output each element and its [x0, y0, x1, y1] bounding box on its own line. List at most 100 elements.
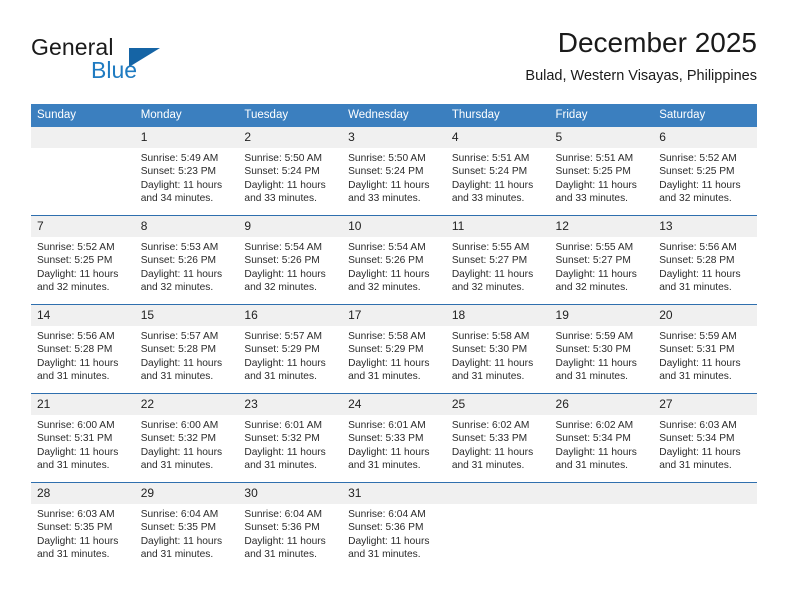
calendar-week-row: 21 Sunrise: 6:00 AM Sunset: 5:31 PM Dayligh… [31, 393, 757, 483]
daylight-text-line2: and 31 minutes. [37, 460, 110, 472]
calendar-day-cell[interactable]: 21 Sunrise: 6:00 AM Sunset: 5:31 PM Dayligh… [31, 393, 135, 483]
calendar-day-cell[interactable]: 19 Sunrise: 5:59 AM Sunset: 5:30 PM Dayligh… [549, 304, 654, 394]
daylight-text-line1: Daylight: 11 hours [37, 357, 119, 369]
day-number: 2 [238, 127, 343, 148]
calendar-empty-cell [653, 482, 757, 571]
day-details: Sunrise: 5:51 AM Sunset: 5:25 PM Daylight:… [550, 148, 654, 206]
day-details: Sunrise: 5:58 AM Sunset: 5:30 PM Daylight:… [446, 326, 550, 384]
daylight-text-line2: and 31 minutes. [37, 371, 110, 383]
calendar-day-cell[interactable]: 16 Sunrise: 5:57 AM Sunset: 5:29 PM Dayligh… [238, 304, 343, 394]
day-details: Sunrise: 5:57 AM Sunset: 5:29 PM Daylight:… [238, 326, 342, 384]
sunset-text: Sunset: 5:30 PM [451, 344, 528, 356]
page-subtitle: Bulad, Western Visayas, Philippines [525, 68, 757, 84]
calendar-week-row: 7 Sunrise: 5:52 AM Sunset: 5:25 PM Daylight… [31, 215, 757, 305]
daylight-text-line1: Daylight: 11 hours [659, 179, 741, 191]
sunrise-sunset-calendar: Sunday Monday Tuesday Wednesday Thursday… [31, 104, 757, 571]
calendar-day-cell[interactable]: 1 Sunrise: 5:49 AM Sunset: 5:23 PM Daylight… [134, 127, 239, 216]
calendar-day-cell[interactable]: 29 Sunrise: 6:04 AM Sunset: 5:35 PM Dayligh… [134, 482, 239, 571]
day-details: Sunrise: 5:54 AM Sunset: 5:26 PM Daylight:… [238, 237, 342, 295]
sunrise-text: Sunrise: 5:50 AM [348, 153, 426, 164]
calendar-empty-cell [445, 482, 550, 571]
sunset-text: Sunset: 5:25 PM [659, 166, 735, 178]
calendar-day-cell[interactable]: 18 Sunrise: 5:58 AM Sunset: 5:30 PM Dayligh… [445, 304, 550, 394]
calendar-empty-cell [31, 127, 135, 216]
day-number [653, 483, 757, 504]
calendar-day-cell[interactable]: 28 Sunrise: 6:03 AM Sunset: 5:35 PM Dayligh… [31, 482, 135, 571]
calendar-day-cell[interactable]: 14 Sunrise: 5:56 AM Sunset: 5:28 PM Dayligh… [31, 304, 135, 394]
sunset-text: Sunset: 5:25 PM [555, 166, 631, 178]
calendar-day-cell[interactable]: 8 Sunrise: 5:53 AM Sunset: 5:26 PM Daylight… [134, 215, 239, 305]
calendar-day-cell[interactable]: 15 Sunrise: 5:57 AM Sunset: 5:28 PM Dayligh… [134, 304, 239, 394]
day-details: Sunrise: 5:59 AM Sunset: 5:30 PM Daylight:… [550, 326, 654, 384]
day-number: 7 [31, 216, 135, 237]
day-details: Sunrise: 6:03 AM Sunset: 5:34 PM Daylight:… [653, 415, 757, 473]
sunset-text: Sunset: 5:30 PM [555, 344, 631, 356]
sunrise-text: Sunrise: 6:01 AM [244, 420, 322, 431]
daylight-text-line2: and 33 minutes. [244, 193, 317, 205]
day-details: Sunrise: 5:51 AM Sunset: 5:24 PM Daylight:… [446, 148, 550, 206]
general-blue-logo[interactable]: General Blue [31, 34, 201, 92]
day-number [549, 483, 654, 504]
calendar-day-cell[interactable]: 9 Sunrise: 5:54 AM Sunset: 5:26 PM Daylight… [238, 215, 343, 305]
day-number: 11 [445, 216, 550, 237]
daylight-text-line2: and 31 minutes. [659, 371, 732, 383]
weekday-header-saturday: Saturday [653, 104, 757, 127]
day-details: Sunrise: 5:56 AM Sunset: 5:28 PM Daylight:… [653, 237, 757, 295]
calendar-day-cell[interactable]: 12 Sunrise: 5:55 AM Sunset: 5:27 PM Dayligh… [549, 215, 654, 305]
weekday-header-tuesday: Tuesday [238, 104, 343, 127]
sunset-text: Sunset: 5:34 PM [555, 433, 631, 445]
sunset-text: Sunset: 5:36 PM [244, 522, 320, 534]
calendar-day-cell[interactable]: 22 Sunrise: 6:00 AM Sunset: 5:32 PM Dayligh… [134, 393, 239, 483]
weekday-header-wednesday: Wednesday [342, 104, 446, 127]
day-details: Sunrise: 6:01 AM Sunset: 5:32 PM Daylight:… [238, 415, 342, 473]
sunrise-text: Sunrise: 5:54 AM [348, 242, 426, 253]
sunrise-text: Sunrise: 6:04 AM [244, 509, 322, 520]
daylight-text-line1: Daylight: 11 hours [244, 268, 326, 280]
daylight-text-line2: and 31 minutes. [451, 371, 525, 383]
calendar-day-cell[interactable]: 11 Sunrise: 5:55 AM Sunset: 5:27 PM Dayligh… [445, 215, 550, 305]
daylight-text-line1: Daylight: 11 hours [37, 268, 119, 280]
daylight-text-line1: Daylight: 11 hours [244, 535, 326, 547]
day-details: Sunrise: 5:54 AM Sunset: 5:26 PM Daylight:… [342, 237, 446, 295]
calendar-day-cell[interactable]: 31 Sunrise: 6:04 AM Sunset: 5:36 PM Dayligh… [342, 482, 446, 571]
calendar-day-cell[interactable]: 25 Sunrise: 6:02 AM Sunset: 5:33 PM Dayligh… [445, 393, 550, 483]
sunset-text: Sunset: 5:34 PM [659, 433, 735, 445]
calendar-day-cell[interactable]: 5 Sunrise: 5:51 AM Sunset: 5:25 PM Daylight… [549, 127, 654, 216]
daylight-text-line2: and 31 minutes. [244, 549, 317, 561]
calendar-day-cell[interactable]: 3 Sunrise: 5:50 AM Sunset: 5:24 PM Daylight… [342, 127, 446, 216]
sunset-text: Sunset: 5:28 PM [37, 344, 113, 356]
day-number: 15 [134, 305, 239, 326]
calendar-day-cell[interactable]: 26 Sunrise: 6:02 AM Sunset: 5:34 PM Dayligh… [549, 393, 654, 483]
day-details: Sunrise: 6:04 AM Sunset: 5:36 PM Daylight:… [342, 504, 446, 562]
daylight-text-line1: Daylight: 11 hours [348, 268, 430, 280]
calendar-day-cell[interactable]: 13 Sunrise: 5:56 AM Sunset: 5:28 PM Dayligh… [653, 215, 757, 305]
daylight-text-line1: Daylight: 11 hours [555, 357, 637, 369]
day-details: Sunrise: 6:01 AM Sunset: 5:33 PM Daylight:… [342, 415, 446, 473]
calendar-day-cell[interactable]: 10 Sunrise: 5:54 AM Sunset: 5:26 PM Dayligh… [342, 215, 446, 305]
sunrise-text: Sunrise: 5:59 AM [555, 331, 634, 342]
daylight-text-line1: Daylight: 11 hours [37, 446, 119, 458]
calendar-day-cell[interactable]: 17 Sunrise: 5:58 AM Sunset: 5:29 PM Dayligh… [342, 304, 446, 394]
daylight-text-line1: Daylight: 11 hours [659, 446, 741, 458]
calendar-day-cell[interactable]: 30 Sunrise: 6:04 AM Sunset: 5:36 PM Dayligh… [238, 482, 343, 571]
day-number: 28 [31, 483, 135, 504]
daylight-text-line2: and 33 minutes. [555, 193, 629, 205]
daylight-text-line1: Daylight: 11 hours [348, 357, 430, 369]
calendar-day-cell[interactable]: 23 Sunrise: 6:01 AM Sunset: 5:32 PM Dayligh… [238, 393, 343, 483]
sunrise-text: Sunrise: 5:58 AM [451, 331, 530, 342]
daylight-text-line1: Daylight: 11 hours [451, 268, 534, 280]
calendar-day-cell[interactable]: 27 Sunrise: 6:03 AM Sunset: 5:34 PM Dayligh… [653, 393, 757, 483]
day-number: 10 [342, 216, 446, 237]
sunrise-text: Sunrise: 5:51 AM [451, 153, 530, 164]
calendar-day-cell[interactable]: 2 Sunrise: 5:50 AM Sunset: 5:24 PM Daylight… [238, 127, 343, 216]
calendar-day-cell[interactable]: 6 Sunrise: 5:52 AM Sunset: 5:25 PM Daylight… [653, 127, 757, 216]
weekday-header-sunday: Sunday [31, 104, 135, 127]
daylight-text-line2: and 31 minutes. [140, 460, 214, 472]
day-number: 24 [342, 394, 446, 415]
calendar-day-cell[interactable]: 24 Sunrise: 6:01 AM Sunset: 5:33 PM Dayligh… [342, 393, 446, 483]
day-number: 14 [31, 305, 135, 326]
calendar-day-cell[interactable]: 7 Sunrise: 5:52 AM Sunset: 5:25 PM Daylight… [31, 215, 135, 305]
daylight-text-line2: and 31 minutes. [555, 371, 629, 383]
calendar-day-cell[interactable]: 20 Sunrise: 5:59 AM Sunset: 5:31 PM Dayligh… [653, 304, 757, 394]
calendar-day-cell[interactable]: 4 Sunrise: 5:51 AM Sunset: 5:24 PM Daylight… [445, 127, 550, 216]
